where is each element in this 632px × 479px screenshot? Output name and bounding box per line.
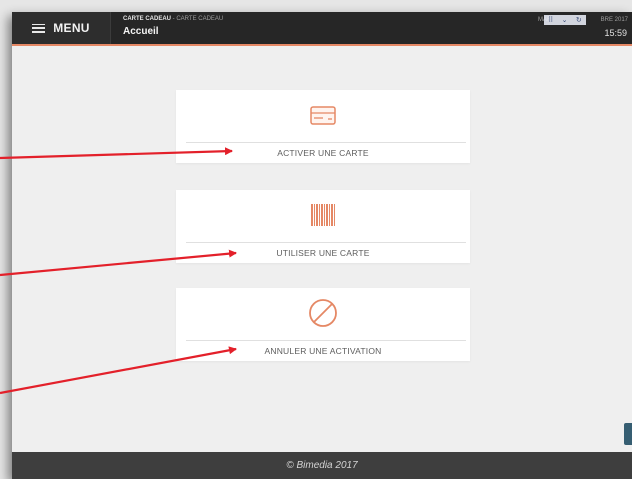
breadcrumb-module[interactable]: CARTE CADEAU (123, 16, 171, 22)
credit-card-icon (176, 100, 470, 130)
copyright-text: © Bimedia 2017 (286, 460, 358, 471)
hamburger-icon (32, 23, 46, 33)
activate-card-label: ACTIVER UNE CARTE (277, 148, 369, 158)
menu-label: MENU (53, 21, 90, 35)
breadcrumb: CARTE CADEAU - CARTE CADEAU (123, 16, 223, 22)
floating-toolbar[interactable]: ⠿ ⌄ ↻ (544, 15, 586, 25)
screenshot-frame: MENU CARTE CADEAU - CARTE CADEAU Accueil… (0, 0, 632, 479)
use-card-label: UTILISER UNE CARTE (276, 248, 370, 258)
accent-line (12, 44, 632, 46)
card-divider (186, 142, 466, 143)
app-window: MENU CARTE CADEAU - CARTE CADEAU Accueil… (12, 12, 632, 479)
use-card-button[interactable]: UTILISER UNE CARTE (176, 190, 470, 263)
clock-time: 15:59 (604, 28, 627, 38)
card-divider (186, 242, 466, 243)
barcode-icon (176, 200, 470, 230)
top-bar: MENU CARTE CADEAU - CARTE CADEAU Accueil… (12, 12, 632, 44)
footer: © Bimedia 2017 (12, 452, 632, 479)
drag-handle-icon[interactable]: ⠿ (548, 16, 553, 24)
menu-button[interactable]: MENU (12, 12, 111, 44)
page-title: Accueil (123, 26, 159, 37)
cancel-icon (176, 298, 470, 328)
cancel-activation-label: ANNULER UNE ACTIVATION (264, 346, 382, 356)
card-divider (186, 340, 466, 341)
cancel-activation-button[interactable]: ANNULER UNE ACTIVATION (176, 288, 470, 361)
activate-card-button[interactable]: ACTIVER UNE CARTE (176, 90, 470, 163)
date-text-end: BRE 2017 (600, 17, 628, 23)
refresh-icon[interactable]: ↻ (576, 16, 582, 24)
chevron-down-icon[interactable]: ⌄ (562, 16, 568, 24)
side-panel-tab[interactable] (624, 423, 632, 445)
breadcrumb-sub: CARTE CADEAU (176, 16, 224, 22)
